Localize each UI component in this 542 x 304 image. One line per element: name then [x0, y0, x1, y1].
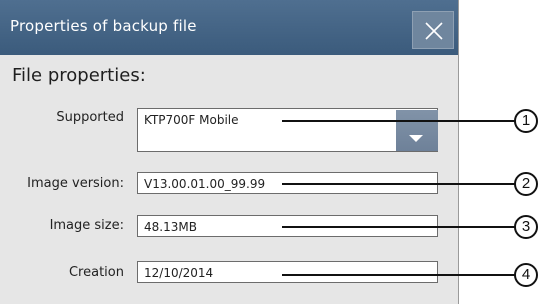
supported-label: Supported: [56, 110, 124, 125]
callout-4: 4: [514, 263, 538, 287]
callout-2: 2: [514, 172, 538, 196]
creation-field[interactable]: 12/10/2014: [137, 261, 438, 283]
creation-label: Creation: [68, 265, 124, 280]
supported-value: KTP700F Mobile: [144, 113, 239, 127]
backup-properties-dialog: Properties of backup file File propertie…: [0, 0, 459, 304]
callout-line-1: [282, 120, 516, 122]
image-version-label: Image version:: [27, 176, 124, 191]
image-size-value: 48.13MB: [144, 220, 197, 234]
creation-value: 12/10/2014: [144, 266, 214, 280]
window-title: Properties of backup file: [10, 17, 197, 35]
callout-1: 1: [514, 109, 538, 133]
callout-line-4: [282, 274, 516, 276]
callout-line-3: [282, 226, 516, 228]
image-size-label: Image size:: [49, 218, 124, 233]
title-bar: Properties of backup file: [0, 0, 458, 55]
callout-3: 3: [514, 215, 538, 239]
supported-scroll-button[interactable]: [396, 110, 438, 151]
supported-field[interactable]: KTP700F Mobile: [137, 108, 438, 152]
section-title: File properties:: [12, 65, 146, 86]
image-version-value: V13.00.01.00_99.99: [144, 177, 266, 191]
callout-line-2: [282, 183, 516, 185]
close-icon: [425, 22, 443, 40]
close-button[interactable]: [412, 11, 454, 49]
chevron-down-icon: [409, 135, 423, 142]
